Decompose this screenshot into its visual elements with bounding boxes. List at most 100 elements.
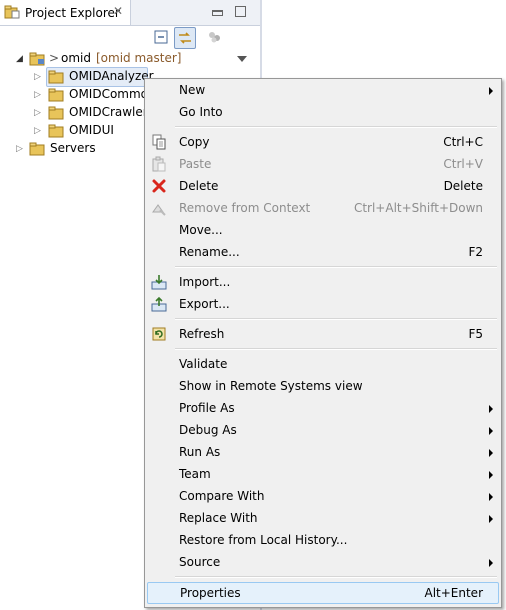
menu-item-shortcut: F2 [468,245,483,259]
menu-item-validate[interactable]: Validate [147,353,499,375]
tree-item-label: omid [61,51,91,65]
tree-item-servers[interactable]: ▷ Servers [0,140,150,158]
menu-item-source[interactable]: Source [147,551,499,573]
folder-icon [48,124,64,138]
menu-item-label: Go Into [179,105,223,119]
menu-item-properties[interactable]: Properties Alt+Enter [147,582,499,604]
menu-item-shortcut: Ctrl+C [443,135,483,149]
submenu-arrow-icon [489,449,493,457]
menu-item-label: Delete [179,179,219,193]
menu-item-move[interactable]: Move... [147,219,499,241]
menu-item-delete[interactable]: Delete Delete [147,175,499,197]
menu-separator [175,348,497,350]
filter-icon[interactable] [206,28,224,46]
tree-item-label: OMIDAnalyzer [69,69,154,83]
menu-item-label: Team [179,467,211,481]
view-tab-bar: Project Explorer ✕ [0,0,260,26]
tree-item-label: OMIDUI [69,123,114,137]
tree-item-label: OMIDCrawler [69,105,148,119]
delete-icon [152,179,166,193]
menu-item-shortcut: F5 [468,327,483,341]
paste-icon [152,156,166,172]
refresh-icon [152,327,166,341]
menu-item-label: Validate [179,357,228,371]
menu-item-shortcut: Ctrl+V [443,157,483,171]
folder-icon [48,70,64,84]
tree-item-omidcommo[interactable]: ▷ OMIDCommo [0,86,150,104]
menu-item-label: Restore from Local History... [179,533,348,547]
menu-item-go-into[interactable]: Go Into [147,101,499,123]
menu-item-replace-with[interactable]: Replace With [147,507,499,529]
tree-item-label: Servers [50,141,96,155]
menu-item-label: Debug As [179,423,237,437]
collapsed-arrow-icon[interactable]: ▷ [34,90,41,100]
expanded-arrow-icon[interactable]: ◢ [16,54,23,64]
menu-item-label: New [179,83,206,97]
export-icon [151,296,167,312]
folder-icon [48,106,64,120]
git-prefix: > [49,51,60,65]
menu-item-label: Move... [179,223,223,237]
menu-item-label: Paste [179,157,212,171]
menu-item-debug-as[interactable]: Debug As [147,419,499,441]
submenu-arrow-icon [489,405,493,413]
menu-item-label: Export... [179,297,230,311]
link-with-editor-icon[interactable] [174,27,196,49]
project-explorer-icon [4,5,20,19]
submenu-arrow-icon [489,87,493,95]
collapsed-arrow-icon[interactable]: ▷ [16,144,23,154]
tree-item-omid[interactable]: ◢ > omid [omid master] [0,50,200,68]
tree-item-omidcrawler[interactable]: ▷ OMIDCrawler [0,104,150,122]
submenu-arrow-icon [489,427,493,435]
close-icon[interactable]: ✕ [113,4,123,18]
menu-item-copy[interactable]: Copy Ctrl+C [147,131,499,153]
maximize-icon[interactable] [235,6,246,17]
menu-item-label: Profile As [179,401,235,415]
copy-icon [152,134,166,150]
submenu-arrow-icon [489,515,493,523]
folder-icon [29,142,45,156]
menu-item-label: Properties [180,586,241,600]
context-menu: New Go Into Copy Ctrl+C Paste Ctrl+V Del… [144,78,502,608]
menu-item-label: Replace With [179,511,258,525]
collapsed-arrow-icon[interactable]: ▷ [34,126,41,136]
menu-item-label: Show in Remote Systems view [179,379,363,393]
collapse-all-icon[interactable] [152,28,170,46]
remove-context-icon [152,204,166,216]
menu-item-label: Run As [179,445,221,459]
menu-item-paste[interactable]: Paste Ctrl+V [147,153,499,175]
folder-icon [48,88,64,102]
collapsed-arrow-icon[interactable]: ▷ [34,108,41,118]
menu-item-rename[interactable]: Rename... F2 [147,241,499,263]
menu-item-remove-from-context[interactable]: Remove from Context Ctrl+Alt+Shift+Down [147,197,499,219]
view-menu-chevron-down-icon[interactable] [237,56,247,62]
menu-item-restore-from-local-history[interactable]: Restore from Local History... [147,529,499,551]
menu-item-profile-as[interactable]: Profile As [147,397,499,419]
menu-item-shortcut: Delete [443,179,483,193]
submenu-arrow-icon [489,559,493,567]
project-folder-icon [29,52,45,66]
menu-item-import[interactable]: Import... [147,271,499,293]
tree-item-label: OMIDCommo [69,87,149,101]
menu-separator [175,266,497,268]
menu-item-team[interactable]: Team [147,463,499,485]
menu-item-export[interactable]: Export... [147,293,499,315]
menu-item-label: Remove from Context [179,201,311,215]
minimize-icon[interactable] [212,10,223,16]
menu-item-run-as[interactable]: Run As [147,441,499,463]
menu-item-show-in-remote-systems[interactable]: Show in Remote Systems view [147,375,499,397]
menu-item-refresh[interactable]: Refresh F5 [147,323,499,345]
collapsed-arrow-icon[interactable]: ▷ [34,72,41,82]
menu-item-new[interactable]: New [147,79,499,101]
menu-item-compare-with[interactable]: Compare With [147,485,499,507]
menu-item-label: Copy [179,135,210,149]
menu-item-label: Source [179,555,221,569]
tree-item-omidui[interactable]: ▷ OMIDUI [0,122,150,140]
menu-separator [175,318,497,320]
tab-title: Project Explorer [25,6,120,20]
menu-item-label: Compare With [179,489,265,503]
tab-project-explorer[interactable]: Project Explorer ✕ [0,0,131,25]
git-branch-decoration: [omid master] [96,51,182,65]
submenu-arrow-icon [489,493,493,501]
menu-item-shortcut: Alt+Enter [424,586,483,600]
